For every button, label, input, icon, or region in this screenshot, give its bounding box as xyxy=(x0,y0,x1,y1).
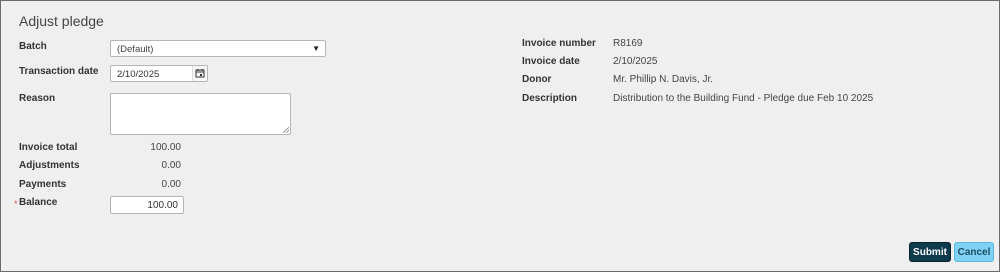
batch-selected-value: (Default) xyxy=(117,44,154,55)
donor-value: Mr. Phillip N. Davis, Jr. xyxy=(613,74,714,85)
calendar-icon[interactable] xyxy=(192,66,207,81)
required-marker: * xyxy=(14,199,18,209)
payments-value: 0.00 xyxy=(161,179,181,190)
description-value: Distribution to the Building Fund - Pled… xyxy=(613,93,874,104)
batch-label: Batch xyxy=(19,41,47,52)
invoice-date-label: Invoice date xyxy=(522,56,580,67)
resize-grip-icon[interactable] xyxy=(283,127,289,133)
submit-button[interactable]: Submit xyxy=(909,242,951,262)
dialog-title: Adjust pledge xyxy=(19,13,104,29)
transaction-date-field[interactable]: 2/10/2025 xyxy=(110,65,208,82)
invoice-number-label: Invoice number xyxy=(522,38,596,49)
invoice-total-value: 100.00 xyxy=(150,142,181,153)
dropdown-arrow-icon[interactable]: ▼ xyxy=(312,44,320,53)
batch-select[interactable]: (Default) ▼ xyxy=(110,40,326,57)
adjustments-value: 0.00 xyxy=(161,160,181,171)
payments-label: Payments xyxy=(19,179,67,190)
adjustments-label: Adjustments xyxy=(19,160,80,171)
donor-label: Donor xyxy=(522,74,552,85)
balance-label: Balance xyxy=(19,197,58,208)
reason-label: Reason xyxy=(19,93,56,104)
invoice-number-value: R8169 xyxy=(613,38,643,49)
invoice-total-label: Invoice total xyxy=(19,142,78,153)
balance-value: 100.00 xyxy=(147,200,178,211)
adjust-pledge-dialog: Adjust pledge Batch (Default) ▼ Transact… xyxy=(0,0,1000,272)
invoice-date-value: 2/10/2025 xyxy=(613,56,658,67)
cancel-button[interactable]: Cancel xyxy=(954,242,994,262)
transaction-date-value: 2/10/2025 xyxy=(117,69,160,80)
reason-textarea[interactable] xyxy=(110,93,291,135)
transaction-date-label: Transaction date xyxy=(19,66,99,77)
description-label: Description xyxy=(522,93,578,104)
balance-input[interactable]: 100.00 xyxy=(110,196,184,214)
